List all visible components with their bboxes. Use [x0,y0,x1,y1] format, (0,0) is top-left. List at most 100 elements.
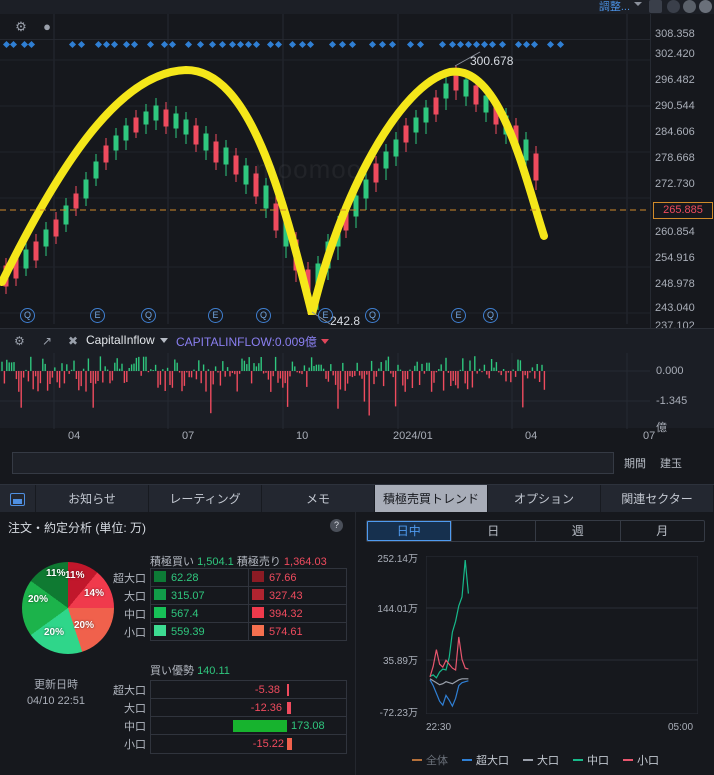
minimize-icon[interactable] [667,0,680,13]
expand-icon[interactable]: ↗ [42,334,52,348]
time-tick: 07 [643,430,656,442]
event-badge[interactable]: Q [256,308,271,323]
capital-inflow-toolbar: ⚙ ↗ ✖ CapitalInflow CAPITALINFLOW:0.009億 [0,329,650,353]
legend-item-large[interactable]: 大口 [523,752,559,768]
event-badge[interactable]: Q [483,308,498,323]
legend-item-medium[interactable]: 中口 [573,752,609,768]
flow-header: 積極買い 1,504.1 積極売り 1,364.03 [150,553,327,569]
order-row-label: 小口 [124,627,146,639]
time-tick: 2024/01 [393,430,433,442]
color-swatch [154,571,166,582]
table-row: 567.4 394.32 [150,604,347,623]
sell-cell: 574.61 [248,622,347,641]
range-tabs[interactable]: 日中 日 週 月 [366,520,705,542]
capital-inflow-panel[interactable]: ⚙ ↗ ✖ CapitalInflow CAPITALINFLOW:0.009億… [0,328,714,434]
caret-down-icon[interactable] [321,339,329,344]
color-swatch [154,589,166,600]
net-value: -5.38 [254,684,280,696]
help-icon[interactable]: ? [330,519,343,532]
position-label[interactable]: 建玉 [660,455,682,471]
y-tick-label: 144.01万 [377,604,418,615]
drawn-trend-curve[interactable] [0,65,548,315]
advantage-value: 140.11 [197,665,230,677]
net-row-label: 小口 [124,739,146,751]
buy-value: 62.28 [171,572,199,584]
buy-cell: 62.28 [150,568,249,587]
color-swatch [252,571,264,582]
info-icon[interactable] [699,0,712,13]
event-badge[interactable]: E [90,308,105,323]
pie-slice-label: 20% [44,627,65,638]
adjust-label[interactable]: 調整... [599,0,630,14]
event-badge[interactable]: E [318,308,333,323]
table-row: -15.22 [151,735,346,753]
legend-item-super-large[interactable]: 超大口 [462,752,509,768]
net-bar [287,702,291,714]
range-tab-intraday[interactable]: 日中 [367,521,452,541]
tab-panel-toggle[interactable] [0,485,36,512]
event-badge[interactable]: Q [20,308,35,323]
buy-cell: 315.07 [150,586,249,605]
period-label[interactable]: 期間 [624,455,646,471]
tab-related-sector[interactable]: 関連セクター [601,485,714,512]
table-row: 173.08 [151,717,346,735]
capital-trend-plot [426,556,698,714]
capital-trend-chart[interactable]: 252.14万 144.01万 35.89万 -72.23万 22:30 05:… [356,548,714,738]
table-row: 62.28 67.66 [150,568,347,587]
event-marker-row[interactable] [0,40,650,50]
price-axis[interactable]: 308.358 302.420 296.482 290.544 284.606 … [650,14,714,334]
tab-options[interactable]: オプション [488,485,601,512]
event-badge[interactable]: E [208,308,223,323]
y-tick-label: 252.14万 [377,554,418,565]
chevron-down-icon[interactable] [160,338,168,343]
indicator-name[interactable]: CapitalInflow [86,333,155,347]
net-value: -12.36 [250,702,282,714]
table-row: 559.39 574.61 [150,622,347,641]
net-value: 173.08 [291,720,325,732]
close-icon[interactable]: ✖ [68,334,78,348]
tab-memo[interactable]: メモ [262,485,375,512]
inflow-axis-label: -1.345 [656,395,688,407]
buy-cell: 559.39 [150,622,249,641]
range-tab-week[interactable]: 週 [536,521,621,541]
tab-notice[interactable]: お知らせ [36,485,149,512]
y-tick-label: 35.89万 [382,656,418,667]
gear-icon[interactable]: ⚙ [14,334,25,348]
price-axis-label: 296.482 [655,74,695,86]
top-toolbar: 調整... [0,0,714,14]
net-bar [287,684,289,696]
current-price-label: 265.885 [653,202,713,219]
maximize-icon[interactable] [683,0,696,13]
update-label: 更新日時 [34,679,78,691]
buy-value: 559.39 [171,626,205,638]
net-row-label: 超大口 [113,685,146,697]
order-row-label: 超大口 [113,573,146,585]
price-chart-panel[interactable]: ⚙ ● moomoo 300.678 242.8 Q E Q E Q E Q E… [0,14,714,334]
panel-icon [10,493,25,506]
range-tab-day[interactable]: 日 [452,521,536,541]
legend-item-total[interactable]: 全体 [412,752,448,768]
event-badge[interactable]: E [451,308,466,323]
bottom-tabbar[interactable]: お知らせ レーティング メモ 積極売買トレンド オプション 関連セクター [0,484,714,512]
range-scrollbar[interactable] [12,452,614,474]
color-swatch [154,607,166,618]
sell-value: 327.43 [269,590,303,602]
event-badge[interactable]: Q [141,308,156,323]
order-row-label: 大口 [124,591,146,603]
sell-cell: 67.66 [248,568,347,587]
tab-rating[interactable]: レーティング [149,485,262,512]
trend-legend[interactable]: 全体 超大口 大口 中口 小口 [356,750,714,770]
x-tick-label: 22:30 [426,722,452,733]
capital-inflow-plot[interactable] [0,353,650,429]
tab-trade-trend[interactable]: 積極売買トレンド [375,485,488,512]
range-tab-month[interactable]: 月 [621,521,705,541]
event-badge[interactable]: Q [365,308,380,323]
color-swatch [252,625,264,636]
layout-icon[interactable] [649,0,662,13]
legend-item-small[interactable]: 小口 [623,752,659,768]
event-badge-row[interactable]: Q E Q E Q E Q E Q [0,308,650,328]
app-root: 調整... ⚙ ● moomoo 300.678 242.8 Q E Q E Q… [0,0,714,775]
trend-chart-section: 日中 日 週 月 252.14万 144.01万 35.89万 -72.23万 … [355,512,714,775]
order-row-label: 中口 [124,609,146,621]
chevron-down-icon[interactable] [634,2,642,6]
